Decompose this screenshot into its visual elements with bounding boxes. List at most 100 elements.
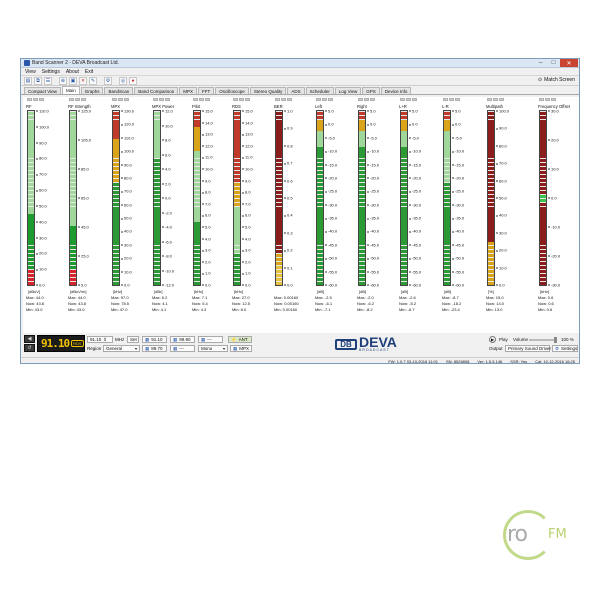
meter-option-button[interactable] (287, 98, 292, 101)
settings-button[interactable]: ⚙ Settings (552, 345, 578, 352)
meter-segment (276, 242, 282, 246)
set-button[interactable]: Set (127, 336, 139, 343)
meter-segment (154, 182, 160, 187)
meter-option-button[interactable] (75, 98, 80, 101)
meter-option-button[interactable] (275, 98, 280, 101)
meter-option-button[interactable] (165, 98, 170, 101)
preset-1-button[interactable]: ▦ 91.10 (142, 336, 167, 343)
meter-option-button[interactable] (205, 98, 210, 101)
meter-option-button[interactable] (551, 98, 556, 101)
tab-band-comparison[interactable]: Band Comparison (134, 87, 179, 94)
mute-icon[interactable]: ◀ (24, 335, 35, 343)
meter-segment (359, 250, 365, 254)
back-icon[interactable]: ↺ (24, 344, 35, 352)
tab-ads[interactable]: ADS (287, 87, 305, 94)
antenna-button[interactable]: ⚡ ANT (228, 336, 252, 343)
tab-fft[interactable]: FFT (198, 87, 215, 94)
meter-option-button[interactable] (193, 98, 198, 101)
tab-compact-view[interactable]: Compact View (24, 87, 61, 94)
new-icon[interactable]: ▤ (24, 76, 32, 85)
stereo-mode-select[interactable]: Mono (198, 345, 228, 352)
settings-icon[interactable]: ⚙ (104, 76, 112, 85)
tab-gps[interactable]: GPS (362, 87, 380, 94)
meter-option-button[interactable] (328, 98, 333, 101)
copy-icon[interactable]: ⧉ (34, 76, 42, 85)
tab-log-view[interactable]: Log View (334, 87, 362, 94)
match-screen-button[interactable]: ⊙ Match Screen (538, 77, 575, 83)
meter-option-button[interactable] (316, 98, 321, 101)
record-icon[interactable]: ● (129, 76, 137, 85)
meter-segment (113, 226, 119, 230)
meter-option-button[interactable] (233, 98, 238, 101)
globe-icon[interactable]: ◎ (119, 76, 127, 85)
list-icon[interactable]: ☰ (44, 76, 52, 85)
meter-option-button[interactable] (39, 98, 44, 101)
meter-option-button[interactable] (124, 98, 129, 101)
preset-4-button[interactable]: ▦ 89.70 (142, 345, 167, 352)
meter-option-button[interactable] (443, 98, 448, 101)
region-select[interactable]: General (103, 345, 140, 352)
meter-option-button[interactable] (153, 98, 158, 101)
meter-option-button[interactable] (539, 98, 544, 101)
preset-2-button[interactable]: ▦ 99.90 (170, 336, 195, 343)
tab-graphs[interactable]: Graphs (80, 87, 104, 94)
meter-segment (276, 178, 282, 183)
meter-option-button[interactable] (499, 98, 504, 101)
meter-option-button[interactable] (112, 98, 117, 101)
tab-oscilloscope[interactable]: Oscilloscope (215, 87, 249, 94)
minimize-button[interactable]: – (534, 59, 547, 67)
play-label[interactable]: Play (499, 337, 508, 342)
meter-option-button[interactable] (33, 98, 38, 101)
save-icon[interactable]: ▣ (69, 76, 77, 85)
tab-bandscan[interactable]: BandScan (104, 87, 134, 94)
menu-about[interactable]: About (66, 69, 79, 75)
tab-stereo-quality[interactable]: Stereo Quality (249, 87, 287, 94)
preset-3-button[interactable]: ▦ --- (198, 336, 223, 343)
meter-option-button[interactable] (487, 98, 492, 101)
tab-main[interactable]: Main (61, 86, 80, 94)
edit-icon[interactable]: ✎ (89, 76, 97, 85)
output-select[interactable]: Primary Sound Driver (505, 345, 551, 352)
maximize-button[interactable]: □ (547, 59, 560, 67)
meter-option-button[interactable] (545, 98, 550, 101)
meter-segment (276, 131, 282, 135)
meter-option-button[interactable] (455, 98, 460, 101)
meter-option-button[interactable] (412, 98, 417, 101)
meter-option-button[interactable] (239, 98, 244, 101)
volume-thumb[interactable] (554, 337, 557, 343)
meter-option-button[interactable] (281, 98, 286, 101)
meter-option-button[interactable] (199, 98, 204, 101)
meter-option-button[interactable] (27, 98, 32, 101)
play-icon[interactable]: ▶ (489, 336, 496, 343)
meter-option-button[interactable] (449, 98, 454, 101)
meter-segment (70, 166, 76, 171)
tab-mpx[interactable]: MPX (179, 87, 198, 94)
volume-slider[interactable] (529, 337, 557, 343)
tab-device-info[interactable]: Device Info (380, 87, 412, 94)
tab-scheduler[interactable]: Scheduler (305, 87, 334, 94)
meter-option-button[interactable] (245, 98, 250, 101)
mpx-button[interactable]: ▦ MPX (230, 345, 252, 352)
menu-settings[interactable]: Settings (42, 69, 60, 75)
meter-option-button[interactable] (400, 98, 405, 101)
meter-segment (401, 246, 407, 250)
meter-scale: 100.0 90.0 80.0 70.0 60.0 50.0 40.0 30.0 20.0 10.… (496, 109, 526, 288)
preset-5-button[interactable]: ▦ --- (170, 345, 195, 352)
close-button[interactable]: ✕ (560, 59, 578, 67)
frequency-input[interactable]: 91.10 ⇕ (87, 336, 113, 343)
meter-option-button[interactable] (322, 98, 327, 101)
meter-option-button[interactable] (364, 98, 369, 101)
meter-option-button[interactable] (370, 98, 375, 101)
meter-option-button[interactable] (493, 98, 498, 101)
menu-exit[interactable]: Exit (85, 69, 93, 75)
delete-icon[interactable]: ✕ (79, 76, 87, 85)
meter-option-button[interactable] (81, 98, 86, 101)
meter-option-button[interactable] (406, 98, 411, 101)
meter-option-button[interactable] (159, 98, 164, 101)
menu-view[interactable]: View (25, 69, 36, 75)
meter-option-button[interactable] (118, 98, 123, 101)
meter-option-button[interactable] (358, 98, 363, 101)
meter-option-button[interactable] (69, 98, 74, 101)
meter-tick-label: 25.0 (78, 254, 89, 259)
connect-icon[interactable]: ⊕ (59, 76, 67, 85)
